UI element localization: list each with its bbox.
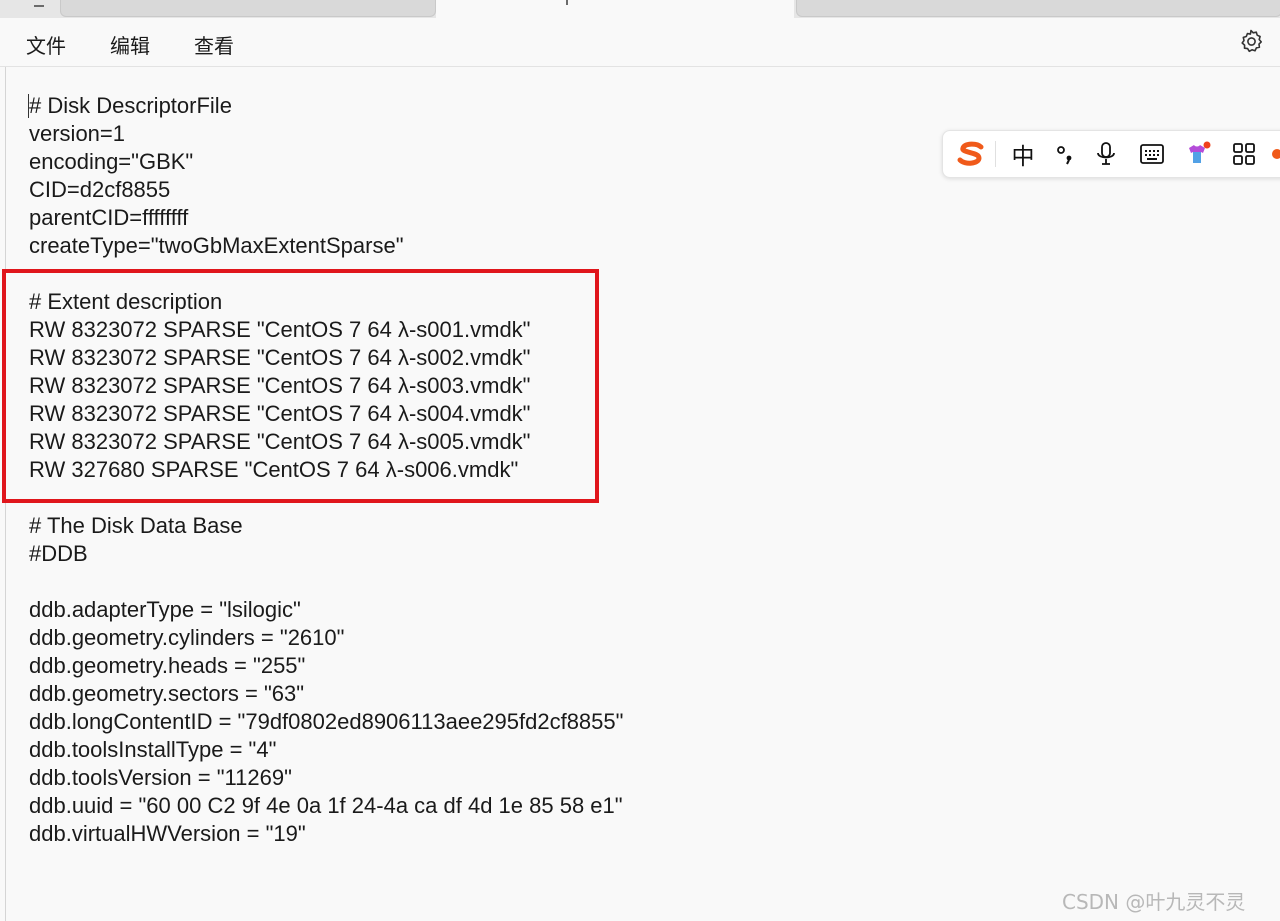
keyboard-icon[interactable]: [1135, 139, 1169, 169]
menu-file[interactable]: 文件: [26, 30, 66, 59]
menu-bar: 文件 编辑 查看: [0, 18, 1280, 67]
tab-inactive-right[interactable]: [796, 0, 1280, 17]
text-line: ddb.longContentID = "79df0802ed8906113ae…: [29, 709, 624, 734]
skin-icon[interactable]: [1181, 139, 1215, 169]
text-line: ddb.geometry.sectors = "63": [29, 681, 305, 706]
text-line: ddb.adapterType = "lsilogic": [29, 597, 301, 622]
text-line: version=1: [29, 121, 126, 146]
text-line: parentCID=ffffffff: [29, 205, 189, 230]
sogou-logo-icon[interactable]: [953, 139, 989, 169]
input-mode-toggle[interactable]: 中: [1005, 139, 1041, 170]
text-line: ddb.toolsVersion = "11269": [29, 765, 292, 790]
app-icon: [34, 0, 44, 7]
text-line: ddb.toolsInstallType = "4": [29, 737, 277, 762]
more-icon[interactable]: [1269, 139, 1280, 169]
text-line: ddb.uuid = "60 00 C2 9f 4e 0a 1f 24-4a c…: [29, 793, 623, 818]
tab-close-icon[interactable]: [560, 0, 568, 5]
apps-grid-icon[interactable]: [1227, 139, 1261, 169]
text-line: # The Disk Data Base: [29, 513, 243, 538]
menu-view[interactable]: 查看: [194, 30, 234, 59]
highlight-annotation: [2, 269, 599, 503]
tab-strip: [0, 0, 1280, 18]
tab-inactive-left[interactable]: [60, 0, 436, 17]
gear-icon[interactable]: [1238, 28, 1264, 54]
text-line: CID=d2cf8855: [29, 177, 171, 202]
ime-separator: [995, 141, 996, 167]
text-line: # Disk DescriptorFile: [29, 93, 232, 118]
punctuation-icon[interactable]: [1049, 139, 1081, 169]
text-line: encoding="GBK": [29, 149, 194, 174]
text-line: ddb.virtualHWVersion = "19": [29, 821, 306, 846]
menu-edit[interactable]: 编辑: [110, 30, 150, 59]
watermark: CSDN @叶九灵不灵: [1062, 890, 1246, 914]
microphone-icon[interactable]: [1089, 139, 1123, 169]
text-line: createType="twoGbMaxExtentSparse": [29, 233, 404, 258]
text-line: ddb.geometry.heads = "255": [29, 653, 306, 678]
ime-toolbar: 中: [942, 130, 1280, 178]
text-line: #DDB: [29, 541, 88, 566]
tab-active[interactable]: [436, 0, 794, 18]
text-line: ddb.geometry.cylinders = "2610": [29, 625, 345, 650]
